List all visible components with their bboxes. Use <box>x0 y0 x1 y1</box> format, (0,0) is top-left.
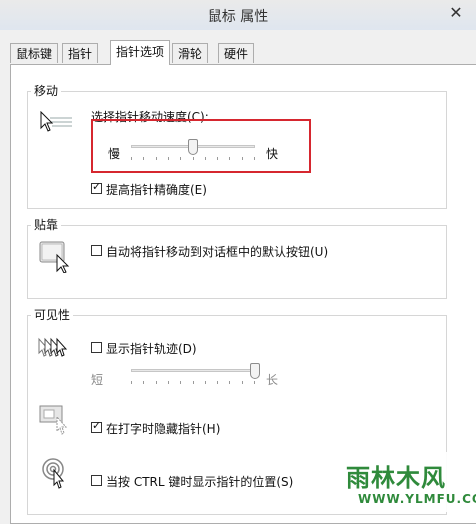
snap-group-label: 贴靠 <box>31 216 62 233</box>
hide-while-typing-checkbox[interactable] <box>91 419 102 433</box>
visibility-group-label: 可见性 <box>31 306 74 323</box>
hide-while-typing-label[interactable]: 在打字时隐藏指针(H) <box>106 420 220 437</box>
enhance-precision-checkbox[interactable] <box>91 180 102 194</box>
slider-tick <box>229 381 230 384</box>
show-location-icon <box>41 457 75 494</box>
pointer-trails-label[interactable]: 显示指针轨迹(D) <box>106 340 197 357</box>
close-icon[interactable]: ✕ <box>442 0 470 28</box>
watermark-logo: 雨林木风 WWW.YLMFU.COM <box>342 452 476 512</box>
slider-tick <box>131 381 132 384</box>
snap-to-button-icon <box>39 241 73 276</box>
watermark-sub-text: WWW.YLMFU.COM <box>358 492 476 506</box>
snap-to-default-checkbox[interactable] <box>91 245 102 256</box>
watermark-main-text: 雨林木风 <box>346 464 446 492</box>
slider-tick <box>143 381 144 384</box>
tab-pointers[interactable]: 指针 <box>62 43 99 63</box>
tab-pointer-options[interactable]: 指针选项 <box>110 40 171 65</box>
enhance-precision-label[interactable]: 提高指针精确度(E) <box>106 181 207 198</box>
slider-track <box>131 369 255 372</box>
tab-hardware[interactable]: 硬件 <box>218 43 255 63</box>
slider-tick <box>193 381 194 384</box>
slider-tick <box>254 381 255 384</box>
tab-bar: 鼠标键 指针 指针选项 滑轮 硬件 <box>10 40 470 65</box>
pointer-trails-slider[interactable] <box>131 363 260 387</box>
motion-group-label: 移动 <box>31 82 62 99</box>
slider-tick <box>156 381 157 384</box>
pointer-trails-checkbox[interactable] <box>91 342 102 353</box>
annotation-highlight-box <box>91 119 311 173</box>
long-label: 长 <box>266 373 279 387</box>
slider-ticks <box>131 381 255 385</box>
slider-tick <box>242 381 243 384</box>
slider-thumb[interactable] <box>250 363 260 379</box>
slider-tick <box>180 381 181 384</box>
tab-buttons[interactable]: 鼠标键 <box>10 43 59 63</box>
show-location-ctrl-label[interactable]: 当按 CTRL 键时显示指针的位置(S) <box>106 473 293 490</box>
show-location-ctrl-checkbox[interactable] <box>91 475 102 486</box>
title-bar: 鼠标 属性 ✕ <box>0 0 476 30</box>
snap-group <box>27 225 447 299</box>
slider-tick <box>168 381 169 384</box>
window-title: 鼠标 属性 <box>207 9 269 25</box>
tab-wheel[interactable]: 滑轮 <box>172 43 209 63</box>
slider-tick <box>217 381 218 384</box>
slider-tick <box>205 381 206 384</box>
pointer-speed-icon <box>39 110 73 136</box>
hide-while-typing-icon <box>39 405 73 438</box>
short-label: 短 <box>91 373 104 387</box>
pointer-trails-icon <box>37 337 73 364</box>
snap-to-default-label[interactable]: 自动将指针移动到对话框中的默认按钮(U) <box>106 243 328 260</box>
